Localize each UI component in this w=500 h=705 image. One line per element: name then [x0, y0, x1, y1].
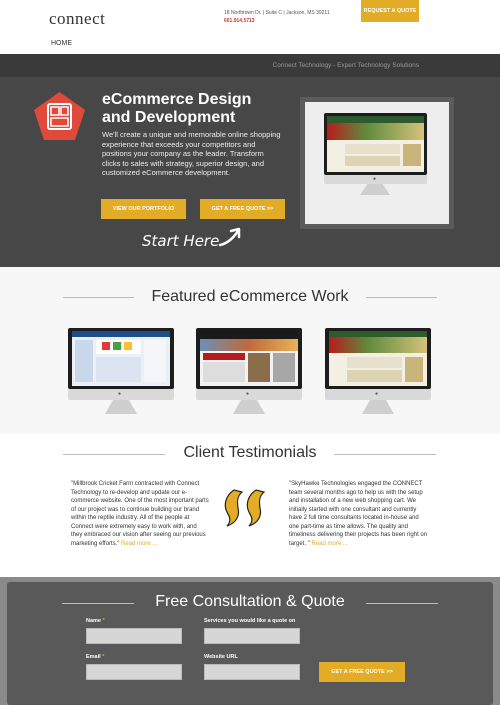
address: 18 Northtown Dr. | Suite C | Jackson, MS…: [224, 10, 330, 16]
divider: [334, 454, 436, 455]
testimonial-right-text: "SkyHawke Technologies engaged the CONNE…: [289, 481, 428, 547]
email-field[interactable]: [86, 664, 182, 680]
hero-description: We'll create a unique and memorable onli…: [102, 130, 281, 177]
apple-logo-icon: ●: [118, 391, 122, 397]
monitor-stand: [233, 400, 265, 414]
featured-work-section: Featured eCommerce Work ● ● ●: [0, 267, 500, 434]
hero-title-line1: eCommerce Design: [102, 91, 252, 108]
testimonial-left-text: "Millbrook Cricket Farm contracted with …: [71, 481, 209, 547]
site-header: connect 18 Northtown Dr. | Suite C | Jac…: [0, 0, 500, 54]
main-nav: HOME: [0, 34, 500, 54]
monitor-bezel: [196, 328, 302, 389]
name-label: Name *: [86, 618, 105, 624]
services-field[interactable]: [204, 628, 300, 644]
portfolio-screen-3: [329, 331, 427, 386]
testimonials-title: Client Testimonials: [183, 444, 317, 461]
portfolio-screen-2: [200, 331, 298, 386]
portfolio-screen-1: [72, 331, 170, 386]
website-field[interactable]: [204, 664, 300, 680]
start-here-text: Start Here: [142, 232, 220, 250]
site-logo[interactable]: connect: [49, 9, 105, 29]
hero-monitor-screen: [327, 116, 424, 172]
quotation-mark-icon: [224, 489, 266, 527]
email-label-text: Email: [86, 654, 101, 660]
tagline: Connect Technology - Expert Technology S…: [272, 62, 419, 69]
monitor-stand: [360, 184, 390, 195]
apple-logo-icon: ●: [373, 176, 377, 182]
email-label: Email *: [86, 654, 104, 660]
required-mark: *: [102, 618, 105, 624]
hero-section: eCommerce Design and Development We'll c…: [0, 77, 500, 267]
submit-free-quote-button[interactable]: Get a Free Quote >>: [319, 662, 405, 682]
hero-screenshot-frame: ●: [300, 97, 454, 229]
divider: [366, 603, 438, 604]
monitor-chin: ●: [68, 389, 174, 400]
testimonial-right: "SkyHawke Technologies engaged the CONNE…: [289, 480, 429, 548]
name-field[interactable]: [86, 628, 182, 644]
nav-home-link[interactable]: HOME: [51, 40, 72, 47]
consultation-section: Free Consultation & Quote Name * Service…: [0, 577, 500, 705]
consultation-title: Free Consultation & Quote: [155, 593, 345, 610]
apple-logo-icon: ●: [246, 391, 250, 397]
monitor-bezel: [324, 113, 427, 175]
divider: [366, 297, 437, 298]
hero-title: eCommerce Design and Development: [102, 91, 292, 127]
monitor-stand: [105, 400, 137, 414]
apple-logo-icon: ●: [375, 391, 379, 397]
curved-arrow-icon: [218, 227, 241, 247]
phone-number[interactable]: 601.914.5713: [224, 18, 255, 24]
monitor-stand: [362, 400, 394, 414]
logo-text: connect: [49, 9, 106, 28]
name-label-text: Name: [86, 618, 101, 624]
monitor-bezel: [68, 328, 174, 389]
tagline-bar: Connect Technology - Expert Technology S…: [0, 54, 500, 77]
view-portfolio-button[interactable]: View our Portfolio: [101, 199, 186, 219]
monitor-chin: ●: [324, 175, 427, 184]
website-label: Website URL: [204, 654, 238, 660]
read-more-link[interactable]: Read more ...: [121, 541, 157, 547]
hero-title-line2: and Development: [102, 109, 236, 126]
services-label: Services you would like a quote on: [204, 618, 296, 624]
monitor-chin: ●: [325, 389, 431, 400]
request-quote-button[interactable]: Request a Quote: [361, 0, 419, 22]
pentagon-layout-icon: [34, 92, 85, 140]
read-more-link[interactable]: Read more ...: [311, 541, 347, 547]
monitor-chin: ●: [196, 389, 302, 400]
hero-free-quote-button[interactable]: Get a Free Quote >>: [200, 199, 285, 219]
required-mark: *: [102, 654, 105, 660]
testimonial-left: "Millbrook Cricket Farm contracted with …: [71, 480, 209, 548]
monitor-bezel: [325, 328, 431, 389]
testimonials-section: Client Testimonials "Millbrook Cricket F…: [0, 434, 500, 577]
